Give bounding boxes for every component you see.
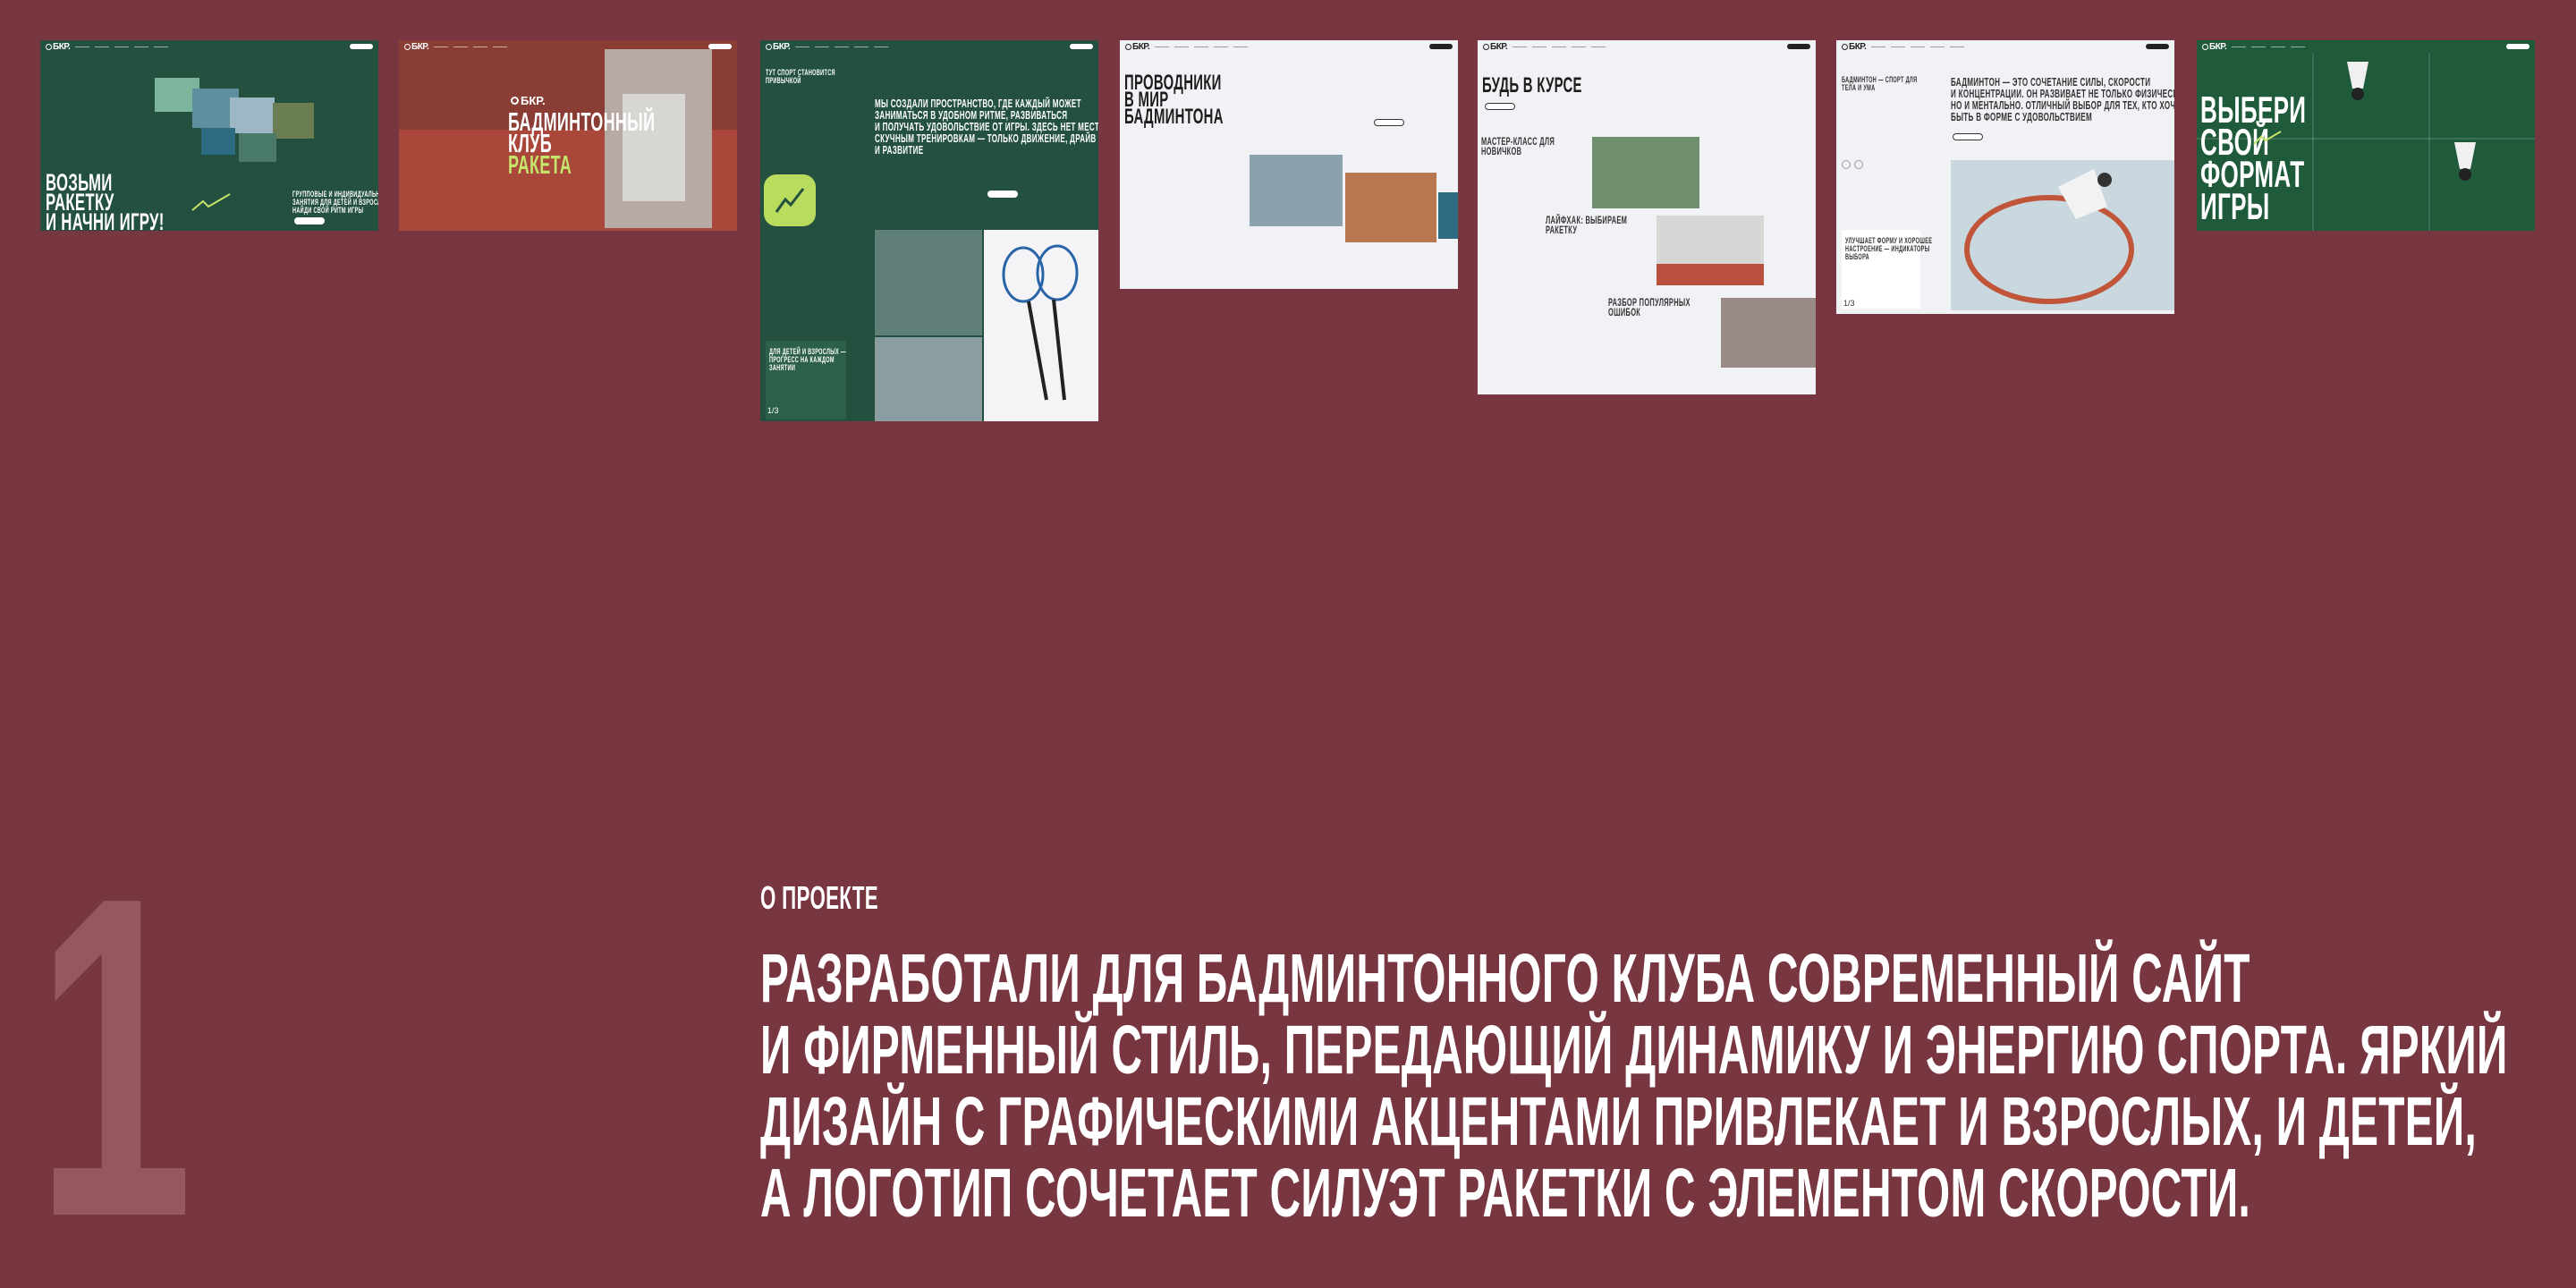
brand-logo: БКР. xyxy=(404,42,429,52)
app-logo-icon xyxy=(764,174,816,226)
thumb-tag: БАДМИНТОН — СПОРТ ДЛЯ ТЕЛА И УМА xyxy=(1842,75,1918,92)
brand-logo-small: БКР. xyxy=(511,95,546,106)
thumb-tag: ТУТ СПОРТ СТАНОВИТСЯ ПРИВЫЧКОЙ xyxy=(766,68,835,85)
section-label: О ПРОЕКТЕ xyxy=(760,879,878,916)
news-item-title[interactable]: ЛАЙФХАК: ВЫБИРАЕМ РАКЕТКУ xyxy=(1546,215,1627,235)
thumb-sport-body-mind[interactable]: БКР. БАДМИНТОН — СПОРТ ДЛЯ ТЕЛА И УМА БАД… xyxy=(1836,40,2174,314)
brand-logo: БКР. xyxy=(1842,42,1867,52)
thumb-heading: ВОЗЬМИ РАКЕТКУ И НАЧНИ ИГРУ! xyxy=(46,169,165,232)
description-line: А ЛОГОТИП СОЧЕТАЕТ СИЛУЭТ РАКЕТКИ С ЭЛЕМ… xyxy=(760,1155,2251,1232)
thumb-about-space[interactable]: БКР. ТУТ СПОРТ СТАНОВИТСЯ ПРИВЫЧКОЙ МЫ СО… xyxy=(760,40,1098,421)
thumb-nav: БКР. xyxy=(760,40,1098,53)
slider-counter: 1/3 xyxy=(1843,299,1855,308)
thumb-button xyxy=(1953,133,1983,140)
thumb-cta-pill xyxy=(708,44,732,49)
collage-photo xyxy=(273,103,314,139)
thumb-hero-take-racket[interactable]: БКР. ВОЗЬМИ РАКЕТКУ И НАЧНИ ИГРУ! ГРУППОВЫ… xyxy=(40,40,378,231)
net-photo xyxy=(1250,155,1343,226)
brand-logo: БКР. xyxy=(46,42,71,52)
thumb-sub: ГРУППОВЫЕ И ИНДИВИДУАЛЬНЫЕЗАНЯТИЯ ДЛЯ ДЕ… xyxy=(292,190,378,215)
thumb-cta-pill xyxy=(2146,44,2169,49)
slider-counter: 1/3 xyxy=(767,406,779,415)
thumb-button xyxy=(1374,119,1404,126)
players-photo xyxy=(1438,192,1458,239)
speed-mark-icon xyxy=(2253,131,2282,145)
thumb-button xyxy=(1485,103,1515,110)
thumb-heading: ПРОВОДНИКИ В МИР БАДМИНТОНА xyxy=(1124,71,1224,129)
description-line: РАЗРАБОТАЛИ ДЛЯ БАДМИНТОННОГО КЛУБА СОВР… xyxy=(760,940,2250,1017)
thumb-cta-pill xyxy=(1787,44,1810,49)
thumb-choose-format[interactable]: БКР. ВЫБЕРИ СВОЙ ФОРМАТ ИГРЫ xyxy=(2197,40,2535,231)
shuttlecock-icon xyxy=(2447,139,2483,183)
thumb-club-raketa[interactable]: БКР. БКР. БАДМИНТОННЫЙ КЛУБ РАКЕТА xyxy=(399,40,737,231)
section-number: 1 xyxy=(36,802,193,1288)
news-item-title[interactable]: МАСТЕР-КЛАСС ДЛЯ НОВИЧКОВ xyxy=(1481,136,1555,157)
thumb-news[interactable]: БКР. БУДЬ В КУРСЕ МАСТЕР-КЛАСС ДЛЯ НОВИЧК… xyxy=(1478,40,1816,394)
news-item-title[interactable]: РАЗБОР ПОПУЛЯРНЫХ ОШИБОК xyxy=(1608,297,1690,318)
player-photo xyxy=(875,337,982,421)
project-description: РАЗРАБОТАЛИ ДЛЯ БАДМИНТОННОГО КЛУБА СОВР… xyxy=(760,943,2508,1229)
collage-photo xyxy=(239,133,276,162)
thumb-heading: МЫ СОЗДАЛИ ПРОСТРАНСТВО, ГДЕ КАЖДЫЙ МОЖЕ… xyxy=(875,97,1098,157)
news-photo-court xyxy=(1657,264,1764,285)
thumb-button xyxy=(294,217,325,225)
thumb-nav: БКР. xyxy=(1836,40,2174,53)
news-photo xyxy=(1721,298,1816,368)
speed-mark-icon xyxy=(191,193,231,211)
thumb-guides[interactable]: БКР. ПРОВОДНИКИ В МИР БАДМИНТОНА xyxy=(1120,40,1458,289)
thumb-cta-pill xyxy=(1070,44,1093,49)
thumb-nav: БКР. xyxy=(40,40,378,53)
collage-photo xyxy=(201,128,235,155)
racket-shuttle-photo xyxy=(1951,160,2174,310)
thumb-heading: БАДМИНТОННЫЙ КЛУБ РАКЕТА xyxy=(508,108,656,180)
description-line: ДИЗАЙН С ГРАФИЧЕСКИМИ АКЦЕНТАМИ ПРИВЛЕКА… xyxy=(760,1083,2478,1160)
brand-logo: БКР. xyxy=(1483,42,1508,52)
info-card-text: УЛУЧШАЕТ ФОРМУ И ХОРОШЕЕ НАСТРОЕНИЕ — ИНД… xyxy=(1845,236,1933,261)
thumb-nav: БКР. xyxy=(399,40,737,53)
collage-photo xyxy=(230,97,275,133)
news-photo xyxy=(1592,137,1699,208)
players-photo xyxy=(1345,173,1436,242)
shuttlecock-icon xyxy=(2340,58,2376,103)
description-line: И ФИРМЕННЫЙ СТИЛЬ, ПЕРЕДАЮЩИЙ ДИНАМИКУ И… xyxy=(760,1012,2508,1089)
thumb-button xyxy=(987,191,1018,198)
thumb-cta-pill xyxy=(1429,44,1453,49)
brand-logo: БКР. xyxy=(1125,42,1150,52)
brand-logo: БКР. xyxy=(766,42,791,52)
rackets-photo xyxy=(984,230,1098,421)
thumb-heading: БАДМИНТОН — ЭТО СОЧЕТАНИЕ СИЛЫ, СКОРОСТИ… xyxy=(1951,75,2174,123)
arrow-right-icon[interactable] xyxy=(1854,160,1863,169)
info-card-text: ДЛЯ ДЕТЕЙ И ВЗРОСЛЫХ — ПРОГРЕСС НА КАЖДОМ… xyxy=(769,347,846,372)
thumb-nav: БКР. xyxy=(1120,40,1458,53)
arrow-left-icon[interactable] xyxy=(1842,160,1851,169)
thumb-heading: БУДЬ В КУРСЕ xyxy=(1482,73,1582,97)
kids-photo xyxy=(875,230,982,335)
thumb-nav: БКР. xyxy=(1478,40,1816,53)
thumb-heading: ВЫБЕРИ СВОЙ ФОРМАТ ИГРЫ xyxy=(2200,89,2307,227)
thumb-cta-pill xyxy=(350,44,373,49)
